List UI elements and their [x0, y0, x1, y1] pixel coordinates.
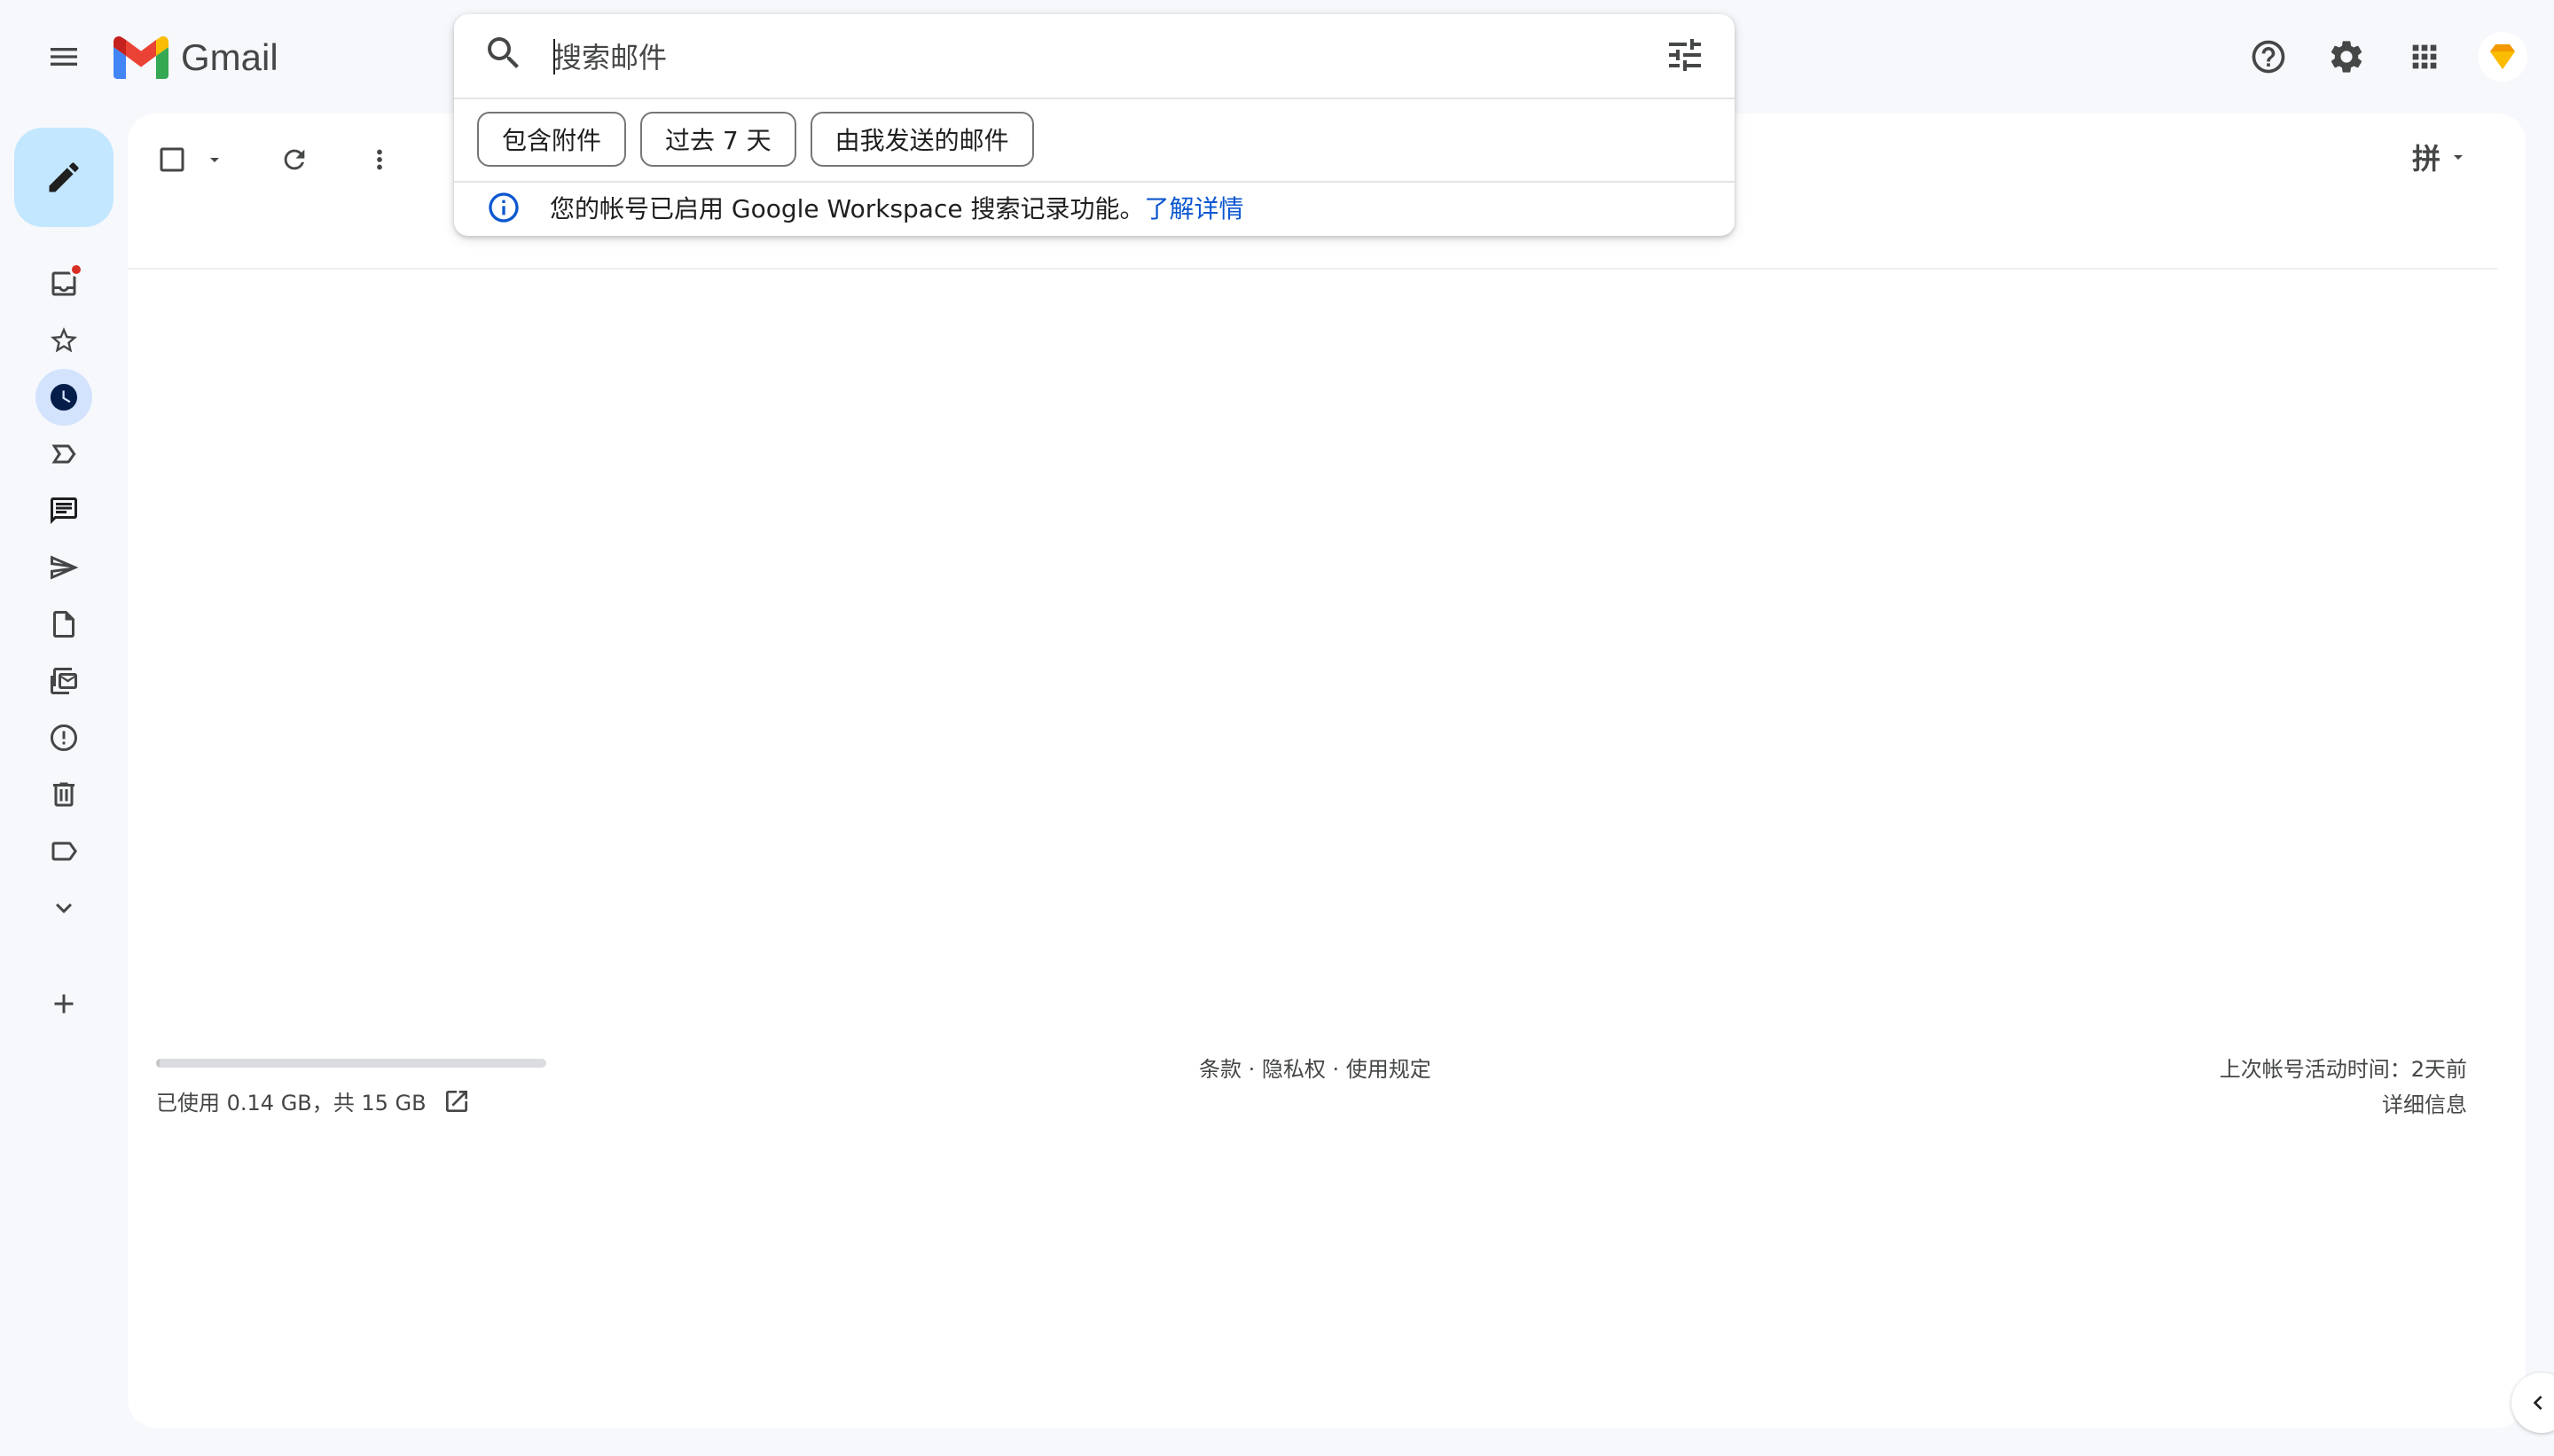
draft-icon	[53, 611, 74, 638]
chat-icon	[51, 497, 77, 524]
input-tools-button[interactable]: 拼	[2412, 137, 2469, 177]
menu-icon	[51, 48, 77, 66]
storage-bar-fill	[156, 1059, 161, 1068]
main-panel	[128, 114, 2526, 1428]
header-actions	[2244, 32, 2527, 82]
spam-icon	[51, 724, 77, 751]
select-all-checkbox[interactable]	[156, 135, 225, 184]
last-activity-text: 上次帐号活动时间：2天前	[2219, 1057, 2467, 1082]
storage-text: 已使用 0.14 GB，共 15 GB	[156, 1091, 427, 1115]
learn-more-link[interactable]: 了解详情	[1144, 194, 1243, 223]
search-panel: 包含附件 过去 7 天 由我发送的邮件 您的帐号已启用 Google Works…	[454, 14, 1735, 236]
caret-down-icon	[2454, 155, 2463, 160]
info-icon	[489, 192, 519, 223]
nav-inbox[interactable]	[35, 255, 92, 312]
refresh-button[interactable]	[270, 135, 319, 184]
checkbox-icon	[160, 147, 184, 172]
expand-more-icon	[56, 903, 72, 913]
nav-rail	[0, 254, 128, 1034]
chip-last-7-days[interactable]: 过去 7 天	[640, 112, 796, 167]
tune-icon	[1669, 39, 1701, 71]
chevron-left-icon	[2533, 1396, 2542, 1410]
pencil-icon	[49, 162, 79, 192]
gear-icon	[2331, 41, 2362, 73]
storage-text-row: 已使用 0.14 GB，共 15 GB	[156, 1085, 546, 1116]
compose-button[interactable]	[14, 128, 114, 227]
notice-text-wrap: 您的帐号已启用 Google Workspace 搜索记录功能。了解详情	[550, 190, 1244, 225]
apps-grid-icon	[2412, 44, 2437, 69]
main-menu-button[interactable]	[39, 32, 89, 82]
label-important-icon	[51, 444, 76, 464]
chip-has-attachment[interactable]: 包含附件	[477, 112, 627, 167]
more-actions-button[interactable]	[355, 135, 404, 184]
notice-text: 您的帐号已启用 Google Workspace 搜索记录功能。	[550, 194, 1145, 223]
apps-button[interactable]	[2400, 32, 2449, 82]
send-icon	[51, 555, 79, 580]
open-in-new-icon[interactable]	[443, 1087, 471, 1115]
search-icon	[488, 37, 519, 68]
nav-drafts[interactable]	[35, 596, 92, 653]
star-icon	[51, 327, 77, 353]
gmail-m-icon	[114, 36, 168, 79]
search-options-button[interactable]	[1664, 34, 1706, 76]
nav-trash[interactable]	[35, 766, 92, 823]
mail-toolbar	[156, 135, 404, 184]
nav-starred[interactable]	[35, 312, 92, 369]
account-avatar[interactable]	[2478, 32, 2527, 82]
clock-icon	[51, 384, 77, 411]
unread-badge	[69, 262, 83, 277]
ime-label: 拼	[2411, 142, 2440, 176]
storage-bar	[156, 1059, 546, 1068]
help-icon	[2252, 40, 2285, 74]
app-name: Gmail	[181, 36, 278, 78]
search-chips: 包含附件 过去 7 天 由我发送的邮件	[477, 112, 1034, 167]
support-button[interactable]	[2244, 32, 2293, 82]
trash-icon	[53, 782, 74, 807]
nav-categories[interactable]	[35, 823, 92, 880]
chip-sent-by-me[interactable]: 由我发送的邮件	[810, 112, 1034, 167]
caret-down-icon	[210, 158, 219, 162]
nav-important[interactable]	[35, 426, 92, 482]
search-button[interactable]	[482, 32, 525, 74]
all-mail-icon	[51, 668, 77, 694]
activity-details-link[interactable]: 详细信息	[2220, 1087, 2467, 1123]
nav-snoozed[interactable]	[35, 369, 92, 426]
toolbar-divider	[128, 268, 2497, 270]
label-icon	[51, 842, 77, 861]
search-history-notice: 您的帐号已启用 Google Workspace 搜索记录功能。了解详情	[486, 183, 1244, 232]
search-bar	[454, 14, 1735, 99]
footer-links[interactable]: 条款 · 隐私权 · 使用规定	[1199, 1052, 1431, 1083]
nav-spam[interactable]	[35, 709, 92, 766]
plus-icon	[54, 994, 74, 1014]
more-vert-icon	[377, 149, 382, 170]
settings-button[interactable]	[2322, 32, 2371, 82]
storage-usage: 已使用 0.14 GB，共 15 GB	[156, 1059, 546, 1116]
account-activity: 上次帐号活动时间：2天前 详细信息	[2220, 1052, 2467, 1123]
gmail-logo[interactable]: Gmail	[114, 34, 278, 82]
search-input[interactable]	[553, 35, 1600, 80]
nav-chats[interactable]	[35, 482, 92, 539]
nav-more[interactable]	[35, 880, 92, 936]
refresh-icon	[284, 149, 305, 170]
text-caret	[553, 39, 555, 74]
avatar-icon	[2483, 37, 2522, 76]
nav-sent[interactable]	[35, 539, 92, 596]
nav-all-mail[interactable]	[35, 653, 92, 709]
create-label-button[interactable]	[35, 975, 92, 1032]
